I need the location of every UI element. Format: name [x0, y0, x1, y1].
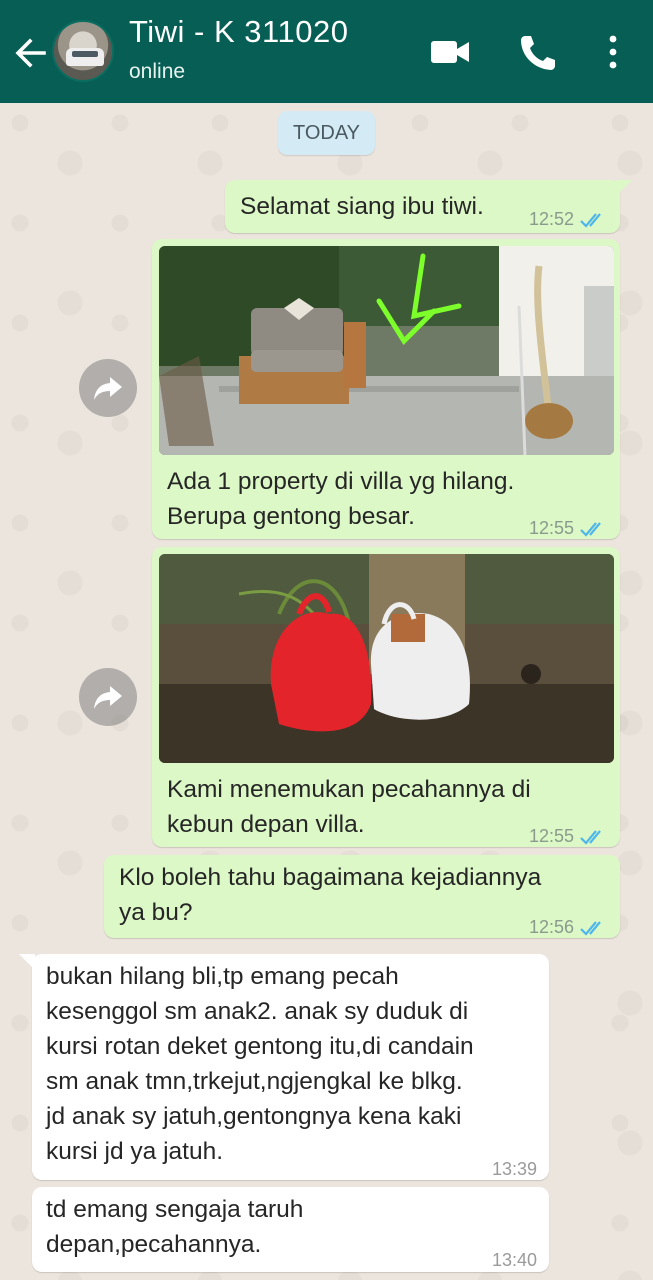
- video-camera-icon: [431, 41, 469, 63]
- video-call-button[interactable]: [426, 30, 474, 74]
- voice-call-button[interactable]: [512, 30, 560, 74]
- double-check-icon: [580, 829, 601, 845]
- bubble-tail: [616, 180, 632, 196]
- message-time: 12:52: [528, 209, 574, 229]
- arrow-left-icon: [15, 38, 46, 68]
- avatar-car-window: [72, 51, 98, 57]
- message-time: 12:55: [528, 518, 574, 538]
- message-text: Klo boleh tahu bagaimana kejadiannya ya …: [119, 864, 542, 926]
- chat-header: Tiwi - K 311020 online: [0, 0, 653, 103]
- forward-button[interactable]: [79, 668, 137, 726]
- double-check-icon: [580, 521, 601, 537]
- message-meta: 12:52: [529, 202, 608, 237]
- message-time: 12:55: [528, 826, 574, 846]
- image-message-bubble[interactable]: Ada 1 property di villa yg hilang. Berup…: [152, 239, 620, 539]
- date-separator: TODAY: [278, 111, 375, 155]
- forward-button[interactable]: [79, 359, 137, 417]
- message-bubble[interactable]: Selamat siang ibu tiwi. 12:52: [225, 180, 632, 233]
- message-meta: 13:39: [492, 1152, 537, 1187]
- photo-villa-patio: [159, 246, 614, 455]
- message-text: td emang sengaja taruh depan,pecahannya.: [46, 1196, 304, 1258]
- photo-caption: Ada 1 property di villa yg hilang. Berup…: [167, 468, 515, 530]
- message-meta: 12:56: [529, 910, 608, 945]
- message-meta: 12:55: [529, 819, 608, 854]
- contact-name[interactable]: Tiwi - K 311020: [129, 14, 348, 50]
- contact-avatar[interactable]: [52, 20, 114, 82]
- message-time: 12:56: [528, 917, 574, 937]
- message-text: Selamat siang ibu tiwi.: [240, 193, 484, 220]
- message-bubble[interactable]: bukan hilang bli,tp emang pecah kesenggo…: [19, 954, 549, 1180]
- message-text: bukan hilang bli,tp emang pecah kesenggo…: [46, 963, 474, 1165]
- message-photo-garden-bags[interactable]: [159, 554, 614, 763]
- double-check-icon: [580, 212, 601, 228]
- photo-caption: Kami menemukan pecahannya di kebun depan…: [167, 776, 531, 838]
- double-check-icon: [580, 920, 601, 936]
- message-meta: 12:55: [529, 511, 608, 546]
- image-message-bubble[interactable]: Kami menemukan pecahannya di kebun depan…: [152, 547, 620, 847]
- message-photo-villa-patio[interactable]: [159, 246, 614, 455]
- message-time: 13:40: [491, 1250, 537, 1270]
- photo-garden-bags: [159, 554, 614, 763]
- message-bubble[interactable]: td emang sengaja taruh depan,pecahannya.…: [32, 1187, 549, 1272]
- forward-share-icon: [94, 686, 122, 709]
- more-vert-icon: [609, 35, 617, 69]
- message-bubble[interactable]: Klo boleh tahu bagaimana kejadiannya ya …: [104, 855, 620, 938]
- bubble-tail: [19, 954, 35, 970]
- overflow-menu-button[interactable]: [596, 30, 630, 74]
- message-time: 13:39: [491, 1159, 537, 1179]
- contact-status: online: [129, 60, 186, 83]
- message-meta: 13:40: [492, 1243, 537, 1278]
- forward-share-icon: [94, 377, 122, 400]
- phone-icon: [521, 36, 555, 70]
- back-button[interactable]: [10, 33, 50, 73]
